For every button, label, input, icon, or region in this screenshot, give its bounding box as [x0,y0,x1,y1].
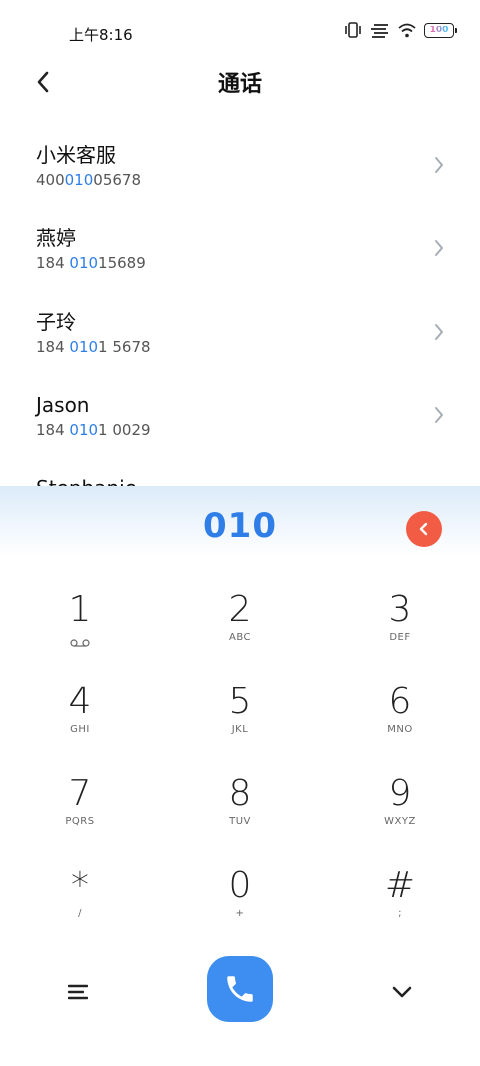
chevron-down-icon [392,986,412,998]
number-match: 010 [64,171,94,189]
chevron-right-icon[interactable] [434,156,444,178]
battery-level: 100 [429,24,449,35]
backspace-icon [419,522,428,536]
key-5[interactable]: 5 JKL [180,682,300,762]
dialer-bottom-bar [0,956,480,1026]
contact-number: 184 0101 5678 [36,337,151,356]
voicemail-icon [70,632,90,651]
chevron-right-icon[interactable] [434,323,444,345]
contact-name: 小米客服 [36,143,116,167]
key-star[interactable]: * / [20,866,140,946]
key-2[interactable]: 2 ABC [180,590,300,670]
chevron-right-icon[interactable] [434,239,444,261]
key-4[interactable]: 4 GHI [20,682,140,762]
key-1[interactable]: 1 [20,590,140,670]
contact-item[interactable]: Jason 184 0101 0029 [0,378,480,461]
header: 通话 [0,60,480,104]
delete-button[interactable] [406,511,442,547]
contact-name: 燕婷 [36,226,76,251]
key-8[interactable]: 8 TUV [180,774,300,854]
contact-name: Jason [36,392,90,417]
dialer-panel: 010 1 2 ABC 3 DEF 4 GHI 5 JKL 6 MNO 7 PQ… [0,486,480,1066]
status-bar: 上午8:16 100 [0,0,480,66]
menu-icon [68,984,88,1000]
contact-item[interactable]: 燕婷 184 01015689 [0,211,480,294]
collapse-keypad-button[interactable] [386,978,418,1006]
number-match: 010 [69,337,99,356]
status-time: 上午8:16 [69,26,133,44]
key-hash[interactable]: # ; [340,866,460,946]
contact-name: Stephanie [36,461,480,488]
contact-item[interactable]: 子玲 184 0101 5678 [0,295,480,378]
key-9[interactable]: 9 WXYZ [340,774,460,854]
signal-icon [370,22,390,38]
contact-number: 40001005678 [36,171,141,189]
contact-item[interactable]: 小米客服 40001005678 [0,128,480,211]
key-7[interactable]: 7 PQRS [20,774,140,854]
phone-icon [227,976,253,1002]
key-0[interactable]: 0 + [180,866,300,946]
contact-name: 子玲 [36,309,76,334]
contact-list[interactable]: 小米客服 40001005678 燕婷 184 01015689 子玲 184 … [0,128,480,488]
chevron-right-icon[interactable] [434,406,444,428]
vibrate-icon [344,22,362,38]
call-button[interactable] [207,956,273,1022]
key-6[interactable]: 6 MNO [340,682,460,762]
number-match: 010 [69,254,99,273]
number-match: 010 [69,420,99,439]
battery-icon: 100 [424,22,457,38]
menu-button[interactable] [62,978,94,1006]
status-icons: 100 [344,22,457,38]
page-title: 通话 [217,72,262,97]
contact-number: 184 0101 0029 [36,420,151,439]
key-3[interactable]: 3 DEF [340,590,460,670]
wifi-icon [398,23,416,38]
contact-item[interactable]: Stephanie [0,461,480,488]
contact-number: 184 01015689 [36,254,146,273]
